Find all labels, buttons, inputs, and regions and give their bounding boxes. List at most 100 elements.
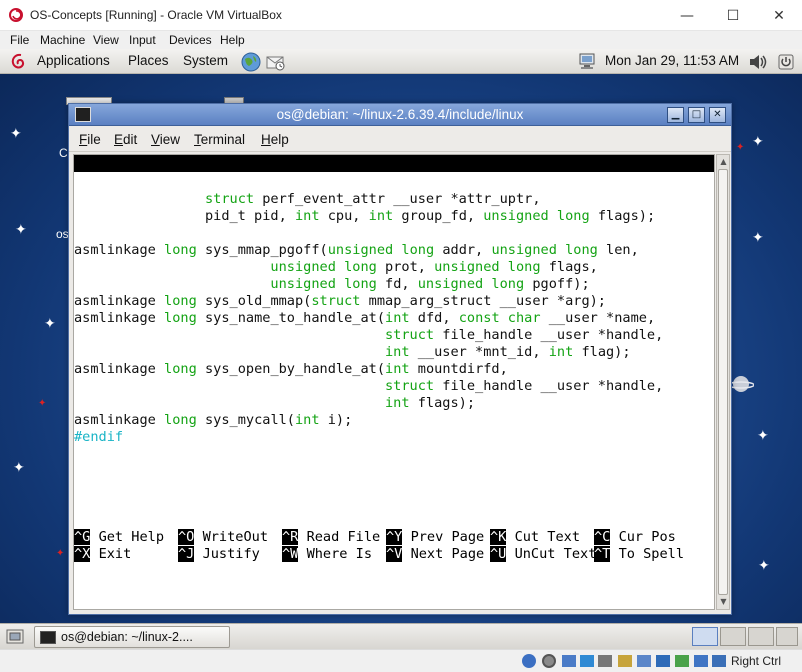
keyword-token: const char — [458, 310, 541, 326]
code-text: sys_name_to_handle_at( — [196, 310, 386, 326]
vt-x-icon[interactable] — [675, 655, 689, 667]
network-adapter-icon[interactable] — [580, 655, 594, 667]
code-line: pid_t pid, int cpu, int group_fd, unsign… — [74, 208, 655, 225]
code-line: struct file_handle __user *handle, — [74, 327, 663, 344]
code-text: flags); — [589, 208, 656, 224]
host-key-label: Right Ctrl — [731, 654, 782, 668]
star-decoration: ✦ — [757, 428, 769, 444]
star-decoration: ✦ — [44, 316, 56, 332]
code-text: dfd, — [409, 310, 459, 326]
hard-disk-icon[interactable] — [522, 654, 536, 668]
debian-logo-icon[interactable] — [10, 52, 28, 71]
shortcut-cut-text: ^K Cut Text — [490, 529, 581, 545]
maximize-button[interactable]: ☐ — [710, 0, 756, 31]
keyword-token: long — [164, 412, 197, 428]
volume-icon[interactable] — [748, 53, 770, 71]
terminal-minimize-button[interactable]: ▁ — [667, 107, 684, 123]
keyword-token: int — [368, 208, 394, 224]
terminal-scrollbar[interactable]: ▲ ▼ — [716, 154, 730, 610]
workspace-2[interactable] — [720, 627, 746, 646]
places-menu[interactable]: Places — [128, 53, 169, 68]
keyword-token: int — [385, 310, 410, 326]
keyword-token: int — [385, 344, 410, 360]
mail-icon[interactable] — [265, 52, 287, 72]
code-line: asmlinkage long sys_mmap_pgoff(unsigned … — [74, 242, 639, 259]
keyboard-icon[interactable] — [712, 655, 726, 667]
web-browser-icon[interactable] — [240, 51, 262, 73]
minimize-button[interactable]: — — [664, 0, 710, 31]
close-button[interactable]: ✕ — [756, 0, 802, 31]
code-text: prot, — [376, 259, 435, 275]
keyword-token: struct — [385, 378, 435, 394]
menu-devices[interactable]: Devices — [169, 33, 212, 47]
code-text: sys_open_by_handle_at( — [196, 361, 386, 377]
terminal-close-button[interactable]: ✕ — [709, 107, 726, 123]
scrollbar-thumb[interactable] — [718, 169, 728, 595]
scroll-up-arrow-icon[interactable]: ▲ — [718, 156, 729, 167]
code-text: file_handle __user *handle, — [434, 327, 664, 343]
shared-folders-icon[interactable] — [618, 655, 632, 667]
code-text: i); — [319, 412, 353, 428]
terminal-icon — [40, 631, 56, 644]
scroll-down-arrow-icon[interactable]: ▼ — [718, 596, 729, 607]
code-text: asmlinkage — [74, 412, 165, 428]
code-text: len, — [597, 242, 639, 258]
system-menu[interactable]: System — [183, 53, 228, 68]
menu-input[interactable]: Input — [129, 33, 156, 47]
star-decoration: ✦ — [56, 548, 65, 559]
video-capture-icon[interactable] — [656, 655, 670, 667]
guest-screen: ✦ ✦ ✦ ✦ ✦ ✦ ✦ ✦ ✦ ✦ ✦ ✦ ✦ C os Applicati… — [0, 49, 802, 649]
workspace-1[interactable] — [692, 627, 718, 646]
audio-icon[interactable] — [562, 655, 576, 667]
terminal-screen[interactable]: GNU nano 2.2.4 File: syscalls.h struct p… — [73, 154, 715, 610]
code-text: mountdirfd, — [409, 361, 508, 377]
terminal-menu-terminal[interactable]: Terminal — [194, 132, 245, 147]
terminal-title: os@debian: ~/linux-2.6.39.4/include/linu… — [276, 107, 524, 122]
workspace-4[interactable] — [776, 627, 798, 646]
keyword-token: unsigned long — [327, 242, 435, 258]
terminal-titlebar[interactable]: os@debian: ~/linux-2.6.39.4/include/linu… — [69, 104, 731, 126]
mouse-integration-icon[interactable] — [694, 655, 708, 667]
shortcut-to-spell: ^T To Spell — [594, 546, 685, 562]
star-decoration: ✦ — [13, 460, 25, 476]
star-decoration: ✦ — [15, 222, 27, 238]
desktop-icon-label[interactable]: C — [59, 146, 68, 160]
code-line: struct perf_event_attr __user *attr_uptr… — [74, 191, 541, 208]
code-text: sys_mmap_pgoff( — [196, 242, 328, 258]
optical-drive-icon[interactable] — [542, 654, 556, 668]
applications-menu[interactable]: Applications — [37, 53, 110, 68]
desktop-icon-label[interactable]: os — [56, 227, 69, 241]
code-text: pgoff); — [524, 276, 590, 292]
terminal-menu-help[interactable]: Help — [261, 132, 289, 147]
shortcut-read-file: ^R Read File — [282, 529, 381, 545]
shortcut-where-is: ^W Where Is — [282, 546, 373, 562]
menu-file[interactable]: File — [10, 33, 29, 47]
code-text: __user *name, — [540, 310, 656, 326]
terminal-menu-edit[interactable]: Edit — [114, 132, 137, 147]
clock[interactable]: Mon Jan 29, 11:53 AM — [605, 53, 739, 68]
code-text: asmlinkage — [74, 310, 165, 326]
terminal-window: os@debian: ~/linux-2.6.39.4/include/linu… — [68, 103, 732, 615]
keyword-token: unsigned long — [434, 259, 541, 275]
show-desktop-icon[interactable] — [6, 628, 24, 645]
gnome-bottom-panel: os@debian: ~/linux-2.... — [0, 623, 802, 649]
menu-help[interactable]: Help — [220, 33, 245, 47]
menu-view[interactable]: View — [93, 33, 119, 47]
shortcut-prev-page: ^Y Prev Page — [386, 529, 485, 545]
taskbar-terminal-label: os@debian: ~/linux-2.... — [61, 630, 193, 644]
taskbar-terminal-button[interactable]: os@debian: ~/linux-2.... — [34, 626, 230, 648]
terminal-menu-file[interactable]: File — [79, 132, 101, 147]
terminal-maximize-button[interactable]: □ — [688, 107, 705, 123]
code-line: asmlinkage long sys_mycall(int i); — [74, 412, 352, 429]
display-icon[interactable] — [637, 655, 651, 667]
terminal-menu-view[interactable]: View — [151, 132, 180, 147]
menu-machine[interactable]: Machine — [40, 33, 85, 47]
workspace-3[interactable] — [748, 627, 774, 646]
power-icon[interactable] — [777, 53, 795, 71]
shortcut-uncut-text: ^U UnCut Text — [490, 546, 597, 562]
code-line: asmlinkage long sys_name_to_handle_at(in… — [74, 310, 655, 327]
usb-icon[interactable] — [598, 655, 612, 667]
network-icon[interactable] — [577, 52, 597, 71]
